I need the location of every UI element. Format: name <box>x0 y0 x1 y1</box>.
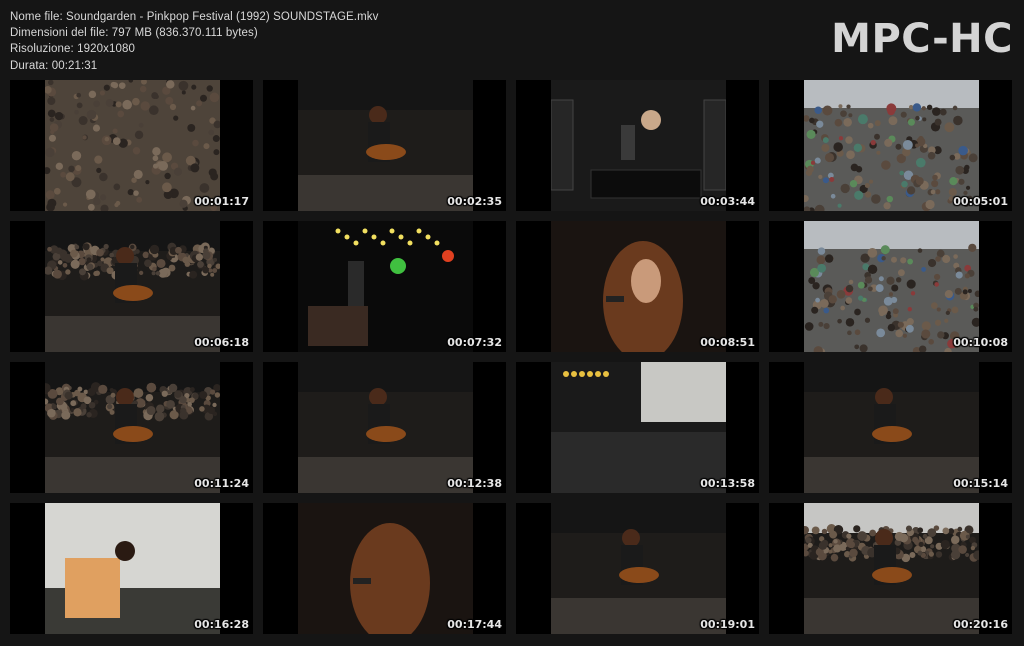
file-name: Nome file: Soundgarden - Pinkpop Festiva… <box>10 11 379 23</box>
thumbnail-timestamp: 00:05:01 <box>953 195 1008 208</box>
thumbnail-timestamp: 00:07:32 <box>447 336 502 349</box>
thumbnail-tile: 00:03:44 <box>516 80 759 211</box>
thumbnail-tile: 00:20:16 <box>769 503 1012 634</box>
video-frame <box>45 221 220 352</box>
thumbnail-tile: 00:02:35 <box>263 80 506 211</box>
thumbnail-timestamp: 00:06:18 <box>194 336 249 349</box>
video-frame <box>804 221 979 352</box>
thumbnail-sheet: Nome file: Soundgarden - Pinkpop Festiva… <box>0 0 1024 646</box>
video-frame <box>45 362 220 493</box>
thumbnail-tile: 00:05:01 <box>769 80 1012 211</box>
thumbnail-tile: 00:17:44 <box>263 503 506 634</box>
thumbnail-tile: 00:01:17 <box>10 80 253 211</box>
file-info: Nome file: Soundgarden - Pinkpop Festiva… <box>10 9 378 74</box>
thumbnail-tile: 00:06:18 <box>10 221 253 352</box>
thumbnail-tile: 00:12:38 <box>263 362 506 493</box>
app-logo: MPC-HC <box>831 16 1013 62</box>
video-frame <box>298 362 473 493</box>
video-frame <box>298 503 473 634</box>
thumbnail-timestamp: 00:11:24 <box>194 477 249 490</box>
thumbnail-grid: 00:01:17 00:02:35 00:03:44 00:05:01 00:06:18… <box>10 80 1014 634</box>
video-frame <box>551 362 726 493</box>
video-frame <box>45 503 220 634</box>
thumbnail-timestamp: 00:08:51 <box>700 336 755 349</box>
thumbnail-timestamp: 00:01:17 <box>194 195 249 208</box>
thumbnail-tile: 00:10:08 <box>769 221 1012 352</box>
file-size: Dimensioni del file: 797 MB (836.370.111… <box>10 27 258 40</box>
thumbnail-tile: 00:15:14 <box>769 362 1012 493</box>
thumbnail-timestamp: 00:16:28 <box>194 618 249 631</box>
thumbnail-timestamp: 00:10:08 <box>953 336 1008 349</box>
thumbnail-tile: 00:11:24 <box>10 362 253 493</box>
video-frame <box>551 503 726 634</box>
thumbnail-timestamp: 00:15:14 <box>953 477 1008 490</box>
thumbnail-timestamp: 00:13:58 <box>700 477 755 490</box>
thumbnail-timestamp: 00:17:44 <box>447 618 502 631</box>
video-frame <box>298 221 473 352</box>
video-frame <box>298 80 473 211</box>
thumbnail-tile: 00:16:28 <box>10 503 253 634</box>
video-frame <box>804 503 979 634</box>
file-duration: Durata: 00:21:31 <box>10 59 98 72</box>
thumbnail-timestamp: 00:19:01 <box>700 618 755 631</box>
file-resolution: Risoluzione: 1920x1080 <box>10 43 135 56</box>
thumbnail-tile: 00:13:58 <box>516 362 759 493</box>
thumbnail-timestamp: 00:20:16 <box>953 618 1008 631</box>
thumbnail-tile: 00:07:32 <box>263 221 506 352</box>
thumbnail-tile: 00:08:51 <box>516 221 759 352</box>
video-frame <box>804 80 979 211</box>
thumbnail-timestamp: 00:03:44 <box>700 195 755 208</box>
thumbnail-tile: 00:19:01 <box>516 503 759 634</box>
thumbnail-timestamp: 00:02:35 <box>447 195 502 208</box>
video-frame <box>804 362 979 493</box>
video-frame <box>551 221 726 352</box>
thumbnail-timestamp: 00:12:38 <box>447 477 502 490</box>
video-frame <box>45 80 220 211</box>
video-frame <box>551 80 726 211</box>
